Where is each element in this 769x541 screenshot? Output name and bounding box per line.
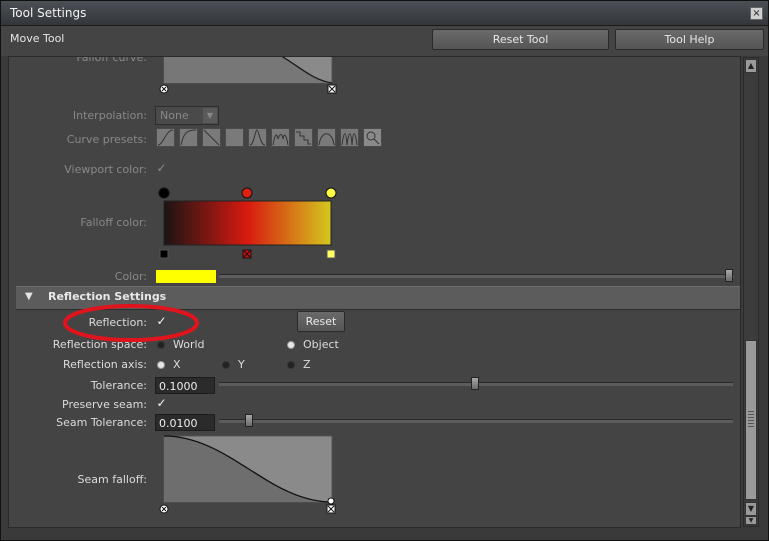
settings-panel: Falloff curve: Interpolation: None ▼ Cur… xyxy=(8,56,741,528)
scroll-down-button[interactable]: ▼ xyxy=(745,502,757,516)
color-slider-handle[interactable] xyxy=(725,269,733,282)
seam-tolerance-label: Seam Tolerance: xyxy=(56,416,147,429)
tolerance-slider-handle[interactable] xyxy=(471,377,479,390)
falloff-color-label: Falloff color: xyxy=(80,216,147,229)
preserve-seam-label: Preserve seam: xyxy=(62,398,147,411)
window-title: Tool Settings xyxy=(10,6,87,20)
tool-name: Move Tool xyxy=(10,32,65,45)
preset-steps-button[interactable] xyxy=(294,128,313,147)
preset-linear-button[interactable] xyxy=(202,128,221,147)
vertical-scrollbar[interactable]: ▲ ▼ ▼ xyxy=(743,57,759,527)
interpolation-value: None xyxy=(160,109,189,122)
falloff-curve-label: Falloff curve: xyxy=(76,56,147,64)
space-object-radio[interactable] xyxy=(287,341,295,349)
preserve-seam-checkbox[interactable]: ✓ xyxy=(155,397,168,410)
annotation-ellipse xyxy=(63,304,199,342)
color-swatch[interactable] xyxy=(156,270,216,283)
color-label: Color: xyxy=(114,270,147,283)
collapse-triangle-icon: ▼ xyxy=(25,291,33,302)
seam-tolerance-field[interactable]: 0.0100 xyxy=(155,414,215,431)
grip-icon xyxy=(748,411,754,427)
preset-double-bell-button[interactable] xyxy=(271,128,290,147)
title-bar[interactable]: Tool Settings × xyxy=(1,1,768,26)
seam-falloff-graph[interactable] xyxy=(159,433,341,517)
preset-ease-button[interactable] xyxy=(156,128,175,147)
close-button[interactable]: × xyxy=(750,7,763,20)
space-object-label: Object xyxy=(303,338,339,351)
falloff-curve-graph[interactable] xyxy=(159,56,339,95)
color-slider-track[interactable] xyxy=(219,274,734,278)
preset-flat-button[interactable] xyxy=(225,128,244,147)
tolerance-field[interactable]: 0.1000 xyxy=(155,377,215,394)
falloff-color-ramp[interactable] xyxy=(157,186,342,260)
axis-x-radio[interactable] xyxy=(157,361,165,369)
preset-dome-button[interactable] xyxy=(317,128,336,147)
axis-z-radio[interactable] xyxy=(287,361,295,369)
preset-bell-button[interactable] xyxy=(248,128,267,147)
viewport-color-checkbox[interactable]: ✓ xyxy=(155,162,168,175)
reflection-reset-button[interactable]: Reset xyxy=(297,311,345,332)
preset-custom-button[interactable] xyxy=(363,128,382,147)
close-icon: × xyxy=(752,8,761,19)
scroll-up-button[interactable]: ▲ xyxy=(745,59,757,73)
chevron-down-icon: ▼ xyxy=(203,108,217,123)
axis-y-radio[interactable] xyxy=(222,361,230,369)
tool-settings-window: Tool Settings × Move Tool Reset Tool Too… xyxy=(0,0,769,541)
preset-spikes-button[interactable] xyxy=(340,128,359,147)
scroll-thumb[interactable] xyxy=(745,340,757,500)
seam-tolerance-slider-handle[interactable] xyxy=(245,414,253,427)
interpolation-label: Interpolation: xyxy=(72,109,147,122)
seam-tolerance-slider-track[interactable] xyxy=(219,419,733,423)
reset-tool-button[interactable]: Reset Tool xyxy=(432,29,609,50)
reflection-axis-label: Reflection axis: xyxy=(63,358,147,371)
preset-smooth-button[interactable] xyxy=(179,128,198,147)
viewport-color-label: Viewport color: xyxy=(64,163,147,176)
scroll-end-button[interactable]: ▼ xyxy=(745,516,757,525)
tool-header: Move Tool Reset Tool Tool Help xyxy=(1,26,768,56)
curve-presets-label: Curve presets: xyxy=(66,133,147,146)
tolerance-label: Tolerance: xyxy=(90,379,147,392)
tool-help-button[interactable]: Tool Help xyxy=(615,29,764,50)
axis-y-label: Y xyxy=(238,358,245,371)
axis-x-label: X xyxy=(173,358,181,371)
axis-z-label: Z xyxy=(303,358,311,371)
seam-falloff-label: Seam falloff: xyxy=(77,473,147,486)
interpolation-dropdown[interactable]: None ▼ xyxy=(155,106,219,125)
